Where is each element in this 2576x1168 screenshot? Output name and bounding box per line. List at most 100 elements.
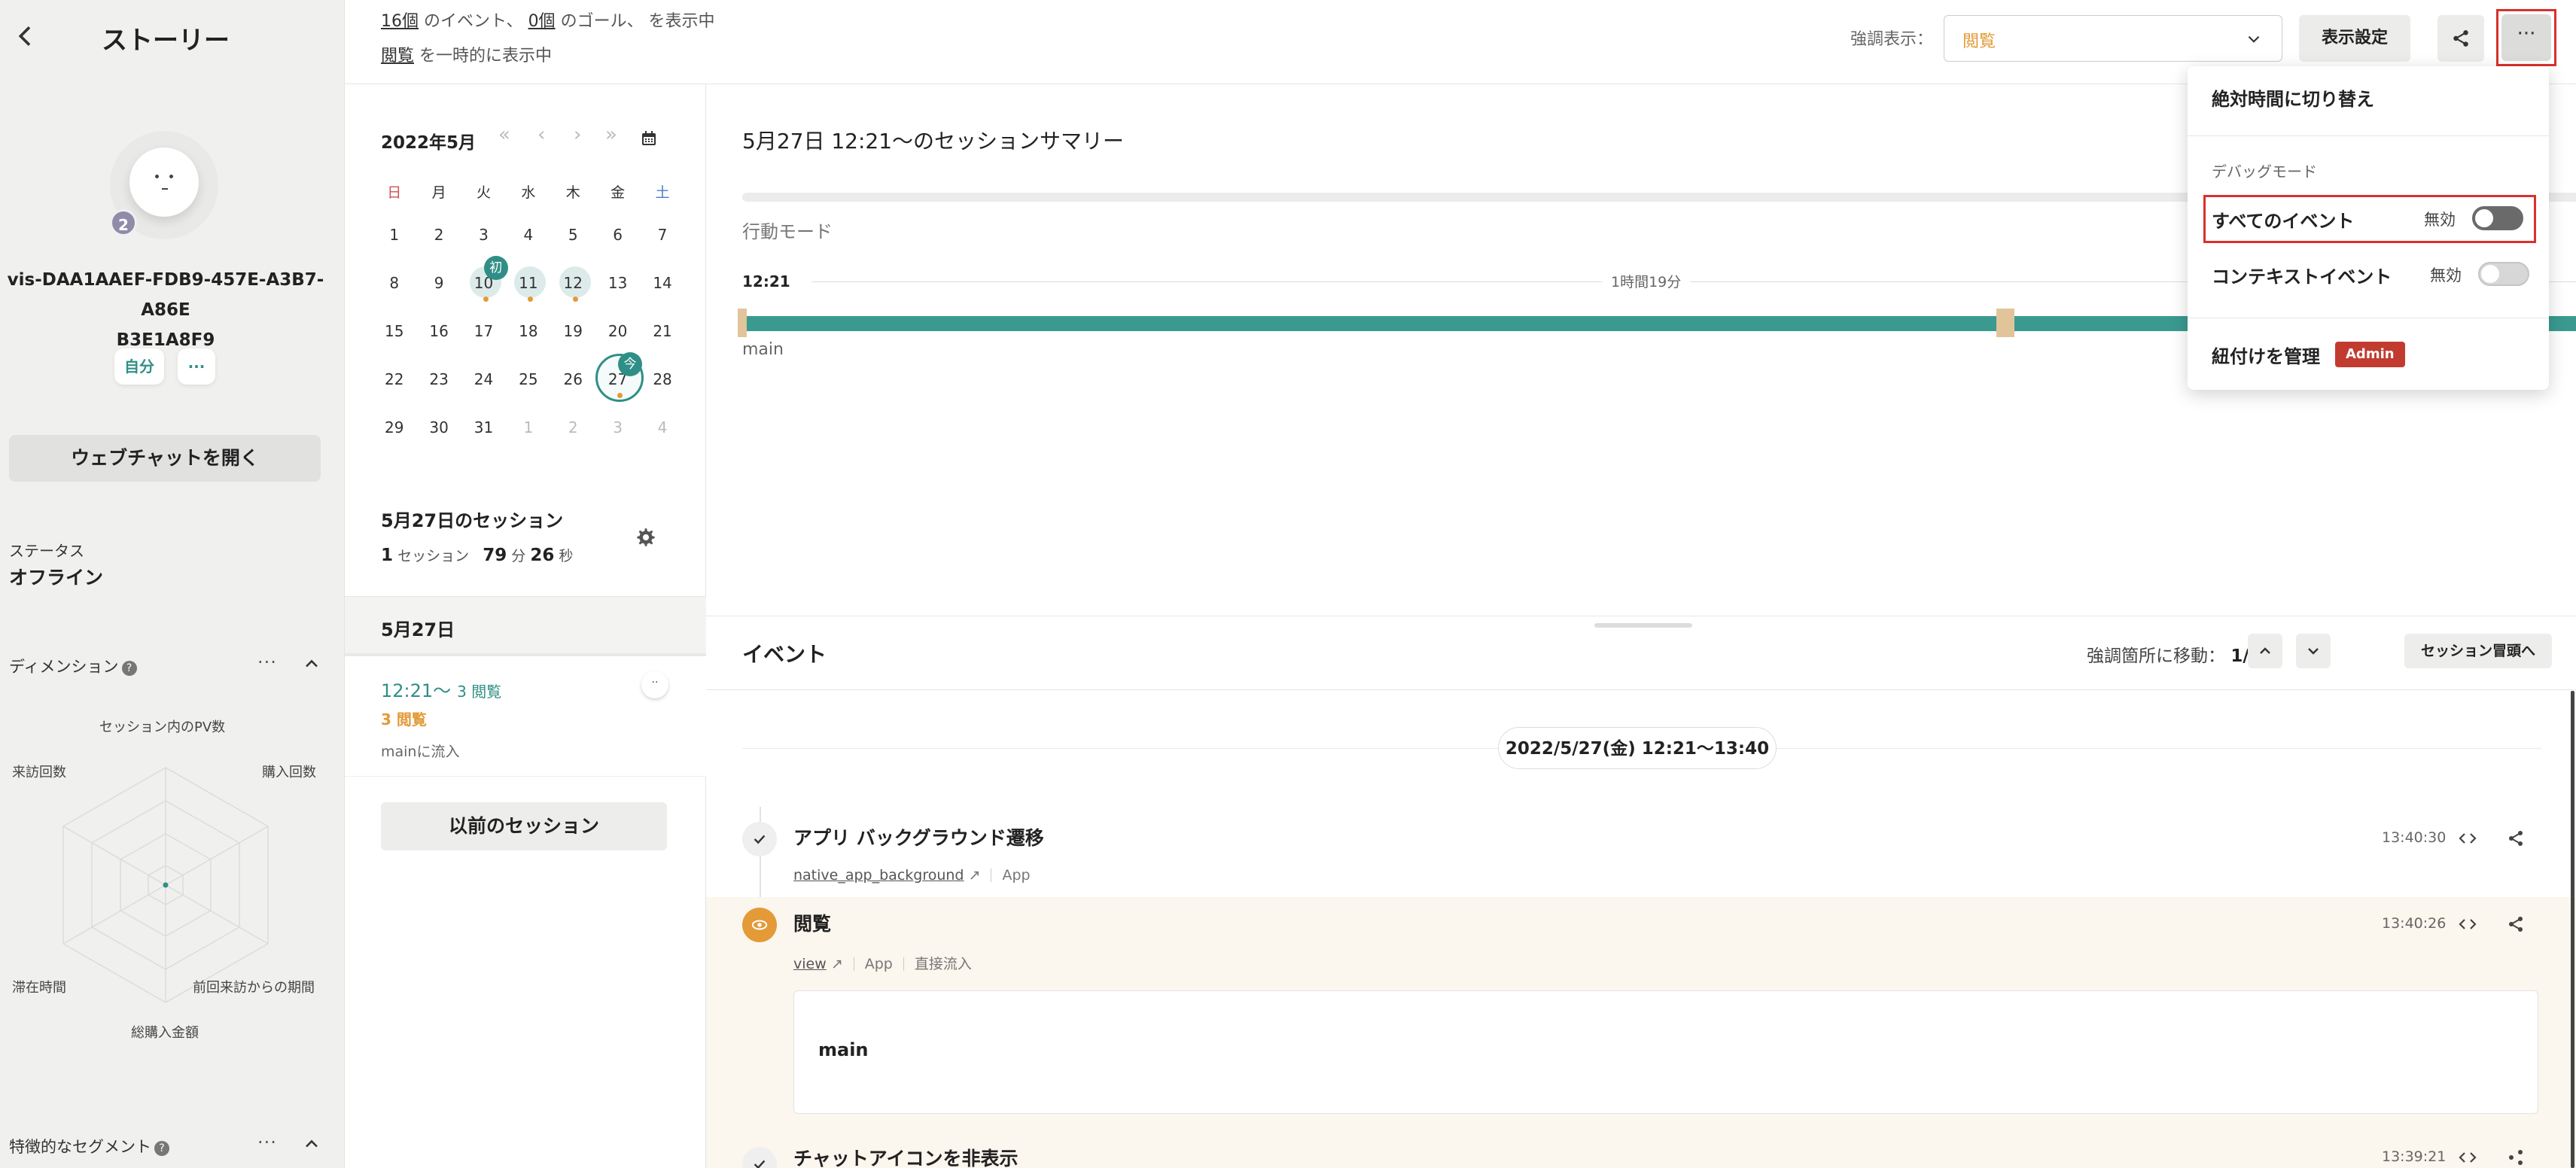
calendar-day[interactable]: 8 xyxy=(372,259,416,307)
calendar-day[interactable]: 14 xyxy=(640,259,684,307)
calendar-day[interactable]: 15 xyxy=(372,307,416,355)
timeline-marker[interactable] xyxy=(1996,309,2014,337)
all-events-toggle[interactable] xyxy=(2472,206,2523,230)
external-link-icon[interactable]: ↗ xyxy=(969,867,981,884)
jump-prev-button[interactable] xyxy=(2248,634,2282,668)
calendar-day-today[interactable]: 27 今 xyxy=(595,352,644,403)
calendar-day[interactable]: 28 xyxy=(640,355,684,403)
events-scrollbar[interactable] xyxy=(2571,691,2574,1168)
calendar-day[interactable]: 1 xyxy=(372,211,416,259)
more-menu-button[interactable]: ··· xyxy=(2496,9,2556,66)
calendar-day[interactable]: 26 xyxy=(551,355,595,403)
code-icon[interactable] xyxy=(2459,915,2477,933)
calendar-day-next-month[interactable]: 2 xyxy=(551,403,595,452)
calendar-day-next-month[interactable]: 3 xyxy=(595,403,640,452)
calendar-icon[interactable] xyxy=(640,129,658,148)
day-group-header: 5月27日 xyxy=(345,596,706,656)
debug-mode-label: デバッグモード xyxy=(2212,163,2317,181)
event-row[interactable]: チャットアイコンを非表示 13:39:21 xyxy=(706,1135,2576,1168)
calendar-day[interactable]: 19 xyxy=(551,307,595,355)
resize-handle[interactable] xyxy=(1594,623,1692,628)
session-start-button[interactable]: セッション冒頭へ xyxy=(2404,634,2552,668)
event-row[interactable]: アプリ バックグラウンド遷移 native_app_background ↗ Ap… xyxy=(706,807,2576,897)
share-icon[interactable] xyxy=(2507,829,2525,847)
temp-display-link[interactable]: 閲覧 xyxy=(381,47,414,65)
session-panel: 2022年5月 « ‹ › » 日 月 火 水 木 金 土 1 2 3 4 5 … xyxy=(345,84,706,1168)
code-icon[interactable] xyxy=(2459,829,2477,847)
goals-count-link[interactable]: 0個 xyxy=(528,12,556,31)
event-detail-box: main xyxy=(793,990,2538,1114)
share-icon[interactable] xyxy=(2507,915,2525,933)
calendar-day-next-month[interactable]: 1 xyxy=(506,403,550,452)
calendar-day-next-month[interactable]: 4 xyxy=(640,403,684,452)
highlight-jump: 強調箇所に移動： 1/3 xyxy=(2087,646,2261,666)
calendar-day[interactable]: 24 xyxy=(461,355,506,403)
external-link-icon[interactable]: ↗ xyxy=(831,956,843,972)
chevron-up-icon[interactable] xyxy=(301,1133,322,1154)
weekday-header: 日 月 火 水 木 金 土 xyxy=(372,175,685,211)
events-count-link[interactable]: 16個 xyxy=(381,12,419,31)
timeline-track-label: main xyxy=(742,340,784,359)
help-icon[interactable]: ? xyxy=(154,1141,169,1156)
face-icon xyxy=(129,148,199,217)
calendar-day[interactable]: 20 xyxy=(595,307,640,355)
previous-sessions-button[interactable]: 以前のセッション xyxy=(381,802,667,850)
event-name: 閲覧 xyxy=(793,913,832,935)
calendar-day[interactable]: 16 xyxy=(416,307,461,355)
calendar-day[interactable]: 4 xyxy=(506,211,550,259)
manage-links-item[interactable]: 紐付けを管理 xyxy=(2212,342,2320,368)
dimension-more-button[interactable]: ··· xyxy=(257,652,277,673)
calendar-day[interactable]: 22 xyxy=(372,355,416,403)
timeline-marker[interactable] xyxy=(738,309,747,337)
calendar-day[interactable]: 21 xyxy=(640,307,684,355)
prev-month-button[interactable]: ‹ xyxy=(537,123,545,146)
segment-more-button[interactable]: ··· xyxy=(257,1132,277,1153)
gear-icon[interactable] xyxy=(635,527,656,548)
tag-more-button[interactable]: ··· xyxy=(178,348,215,385)
help-icon[interactable]: ? xyxy=(121,661,137,676)
calendar-day[interactable]: 9 xyxy=(416,259,461,307)
event-type-link[interactable]: native_app_background xyxy=(793,867,964,884)
session-summary-title: 5月27日 12:21〜のセッションサマリー xyxy=(742,129,1125,154)
chevron-up-icon[interactable] xyxy=(301,653,322,674)
calendar-day[interactable]: 23 xyxy=(416,355,461,403)
open-webchat-button[interactable]: ウェブチャットを開く xyxy=(9,435,321,482)
share-button[interactable] xyxy=(2437,15,2484,62)
calendar-day[interactable]: 13 xyxy=(595,259,640,307)
chevron-up-icon xyxy=(2260,647,2270,654)
calendar-day-with-session[interactable]: 11 xyxy=(506,259,550,307)
calendar-day[interactable]: 6 xyxy=(595,211,640,259)
context-events-toggle[interactable] xyxy=(2478,262,2529,286)
calendar-day[interactable]: 29 xyxy=(372,403,416,452)
share-icon[interactable] xyxy=(2507,1148,2525,1166)
code-icon[interactable] xyxy=(2459,1148,2477,1166)
calendar-day[interactable]: 31 xyxy=(461,403,506,452)
calendar-day[interactable]: 3 xyxy=(461,211,506,259)
absolute-time-toggle-item[interactable]: 絶対時間に切り替え xyxy=(2212,84,2374,111)
calendar-day[interactable]: 5 xyxy=(551,211,595,259)
calendar-day[interactable]: 17 xyxy=(461,307,506,355)
first-visit-mark: 初 xyxy=(483,256,508,280)
calendar-day-with-session[interactable]: 10 初 xyxy=(461,256,508,307)
calendar-day[interactable]: 25 xyxy=(506,355,550,403)
status-value: オフライン xyxy=(9,567,104,589)
display-settings-button[interactable]: 表示設定 xyxy=(2299,15,2410,62)
calendar-week: 29 30 31 1 2 3 4 xyxy=(372,403,685,452)
event-type-link[interactable]: view xyxy=(793,956,827,972)
calendar-day-with-session[interactable]: 12 xyxy=(551,259,595,307)
highlight-select[interactable]: 閲覧 xyxy=(1944,15,2282,62)
prev-year-button[interactable]: « xyxy=(498,123,510,146)
next-month-button[interactable]: › xyxy=(574,123,581,146)
calendar-day[interactable]: 18 xyxy=(506,307,550,355)
events-divider xyxy=(706,689,2576,690)
calendar-day[interactable]: 30 xyxy=(416,403,461,452)
calendar-month: 2022年5月 xyxy=(381,133,477,153)
timeline-duration: 1時間19分 xyxy=(1602,271,1691,291)
calendar-day[interactable]: 2 xyxy=(416,211,461,259)
next-year-button[interactable]: » xyxy=(605,123,617,146)
calendar-day[interactable]: 7 xyxy=(640,211,684,259)
jump-next-button[interactable] xyxy=(2296,634,2331,668)
session-list-item[interactable]: 12:21〜 3 閲覧 3 閲覧 mainに流入 ·· xyxy=(345,656,706,777)
self-tag-chip[interactable]: 自分 xyxy=(114,348,164,385)
event-row-highlighted[interactable]: 閲覧 view ↗ App 直接流入 13:40:26 main xyxy=(706,897,2576,1168)
